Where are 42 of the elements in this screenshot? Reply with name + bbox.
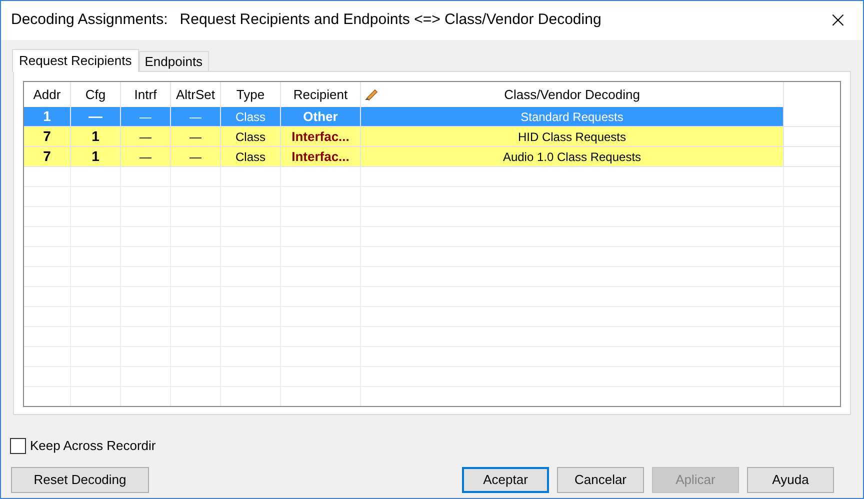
- dialog-button[interactable]: Aceptar: [462, 466, 549, 492]
- table-cell-text: Standard Requests: [520, 108, 624, 126]
- table-cell-text: Audio 1.0 Class Requests: [502, 148, 642, 166]
- table-cell-text: 7: [43, 127, 51, 146]
- reset-decoding-button[interactable]: Reset Decoding: [11, 466, 149, 492]
- column-header[interactable]: Type: [236, 84, 265, 104]
- table-cell-text: 7: [43, 147, 51, 166]
- column-header[interactable]: AltrSet: [176, 84, 215, 104]
- close-button[interactable]: ×: [823, 6, 853, 36]
- dialog-button[interactable]: Ayuda: [747, 466, 834, 492]
- pencil-icon: [364, 87, 378, 101]
- column-header[interactable]: Addr: [33, 84, 61, 104]
- table-row[interactable]: 7 1 — — Class Interfac... Audio 1.0 Class Requests: [24, 147, 840, 167]
- table-cell-text: —: [140, 108, 152, 126]
- table-cell-text: Class: [235, 128, 266, 146]
- column-header[interactable]: Intrf: [134, 84, 157, 104]
- table-cell-text: Class: [235, 148, 266, 166]
- tab[interactable]: Request Recipients: [12, 49, 139, 72]
- checkbox-label: Keep Across Recordir: [30, 437, 156, 455]
- tab[interactable]: Endpoints: [138, 51, 209, 71]
- checkbox[interactable]: [10, 438, 26, 454]
- table-cell-text: —: [190, 108, 202, 126]
- table-cell-text: Other: [303, 108, 338, 126]
- table-cell-text: 1: [43, 107, 51, 126]
- table-cell-text: —: [140, 128, 152, 146]
- table-cell-text: Interfac...: [292, 128, 350, 146]
- table-cell-text: HID Class Requests: [518, 128, 626, 146]
- window-subtitle: Request Recipients and Endpoints <=> Class/Vendor Decoding: [180, 10, 602, 30]
- table-row[interactable]: 7 1 — — Class Interfac... HID Class Requests: [24, 127, 840, 147]
- column-header[interactable]: Cfg: [85, 84, 106, 104]
- window-title: Decoding Assignments:: [11, 10, 168, 30]
- table-cell-text: Interfac...: [292, 148, 350, 166]
- table-cell-text: —: [140, 148, 152, 166]
- column-header[interactable]: Class/Vendor Decoding: [504, 84, 640, 104]
- column-header[interactable]: Recipient: [293, 84, 348, 104]
- table-cell-text: —: [190, 148, 202, 166]
- table-cell-text: —: [190, 128, 202, 146]
- table-cell-text: 1: [92, 127, 100, 146]
- table-cell-text: Class: [235, 108, 266, 126]
- table-cell-text: —: [88, 107, 102, 126]
- dialog-button[interactable]: Cancelar: [557, 466, 644, 492]
- table-cell-text: 1: [92, 147, 100, 166]
